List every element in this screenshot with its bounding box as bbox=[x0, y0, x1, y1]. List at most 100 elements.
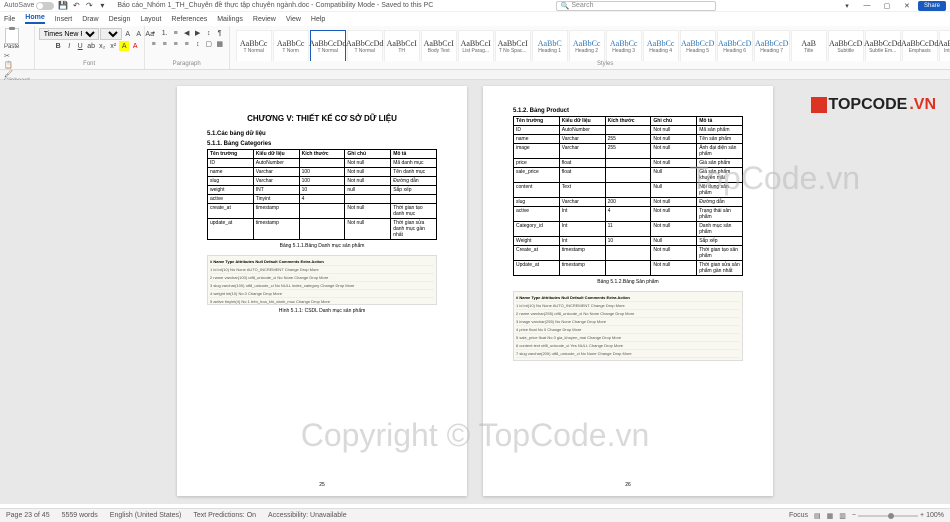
sort-icon[interactable]: ↕ bbox=[204, 28, 214, 38]
view-print-icon[interactable]: ▦ bbox=[827, 512, 834, 520]
tab-home[interactable]: Home bbox=[25, 14, 44, 24]
style-subtle-em...[interactable]: AaBbCcDdSubtle Em... bbox=[865, 30, 901, 61]
style-heading-6[interactable]: AaBbCcDHeading 6 bbox=[717, 30, 753, 61]
accessibility-status[interactable]: Accessibility: Unavailable bbox=[268, 512, 347, 519]
word-count[interactable]: 5559 words bbox=[62, 512, 98, 519]
ribbon-options-icon[interactable]: ▾ bbox=[838, 1, 856, 11]
paragraph-group-label: Paragraph bbox=[149, 61, 225, 67]
justify-icon[interactable]: ≡ bbox=[182, 39, 192, 49]
undo-icon[interactable]: ↶ bbox=[71, 1, 81, 11]
align-right-icon[interactable]: ≡ bbox=[171, 39, 181, 49]
highlight-button[interactable]: A bbox=[119, 41, 129, 51]
style-heading-4[interactable]: AaBbCcHeading 4 bbox=[643, 30, 679, 61]
focus-button[interactable]: Focus bbox=[789, 512, 808, 519]
bold-button[interactable]: B bbox=[53, 41, 63, 51]
cut-icon[interactable]: ✂ bbox=[4, 52, 13, 60]
style-t-normal[interactable]: AaBbCcDdT Normal bbox=[310, 30, 346, 61]
chapter-heading: CHƯƠNG V: THIẾT KẾ CƠ SỞ DỮ LIỆU bbox=[207, 114, 437, 123]
style-t-normal[interactable]: AaBbCcDdT Normal bbox=[347, 30, 383, 61]
style-body-text[interactable]: AaBbCcIBody Text bbox=[421, 30, 457, 61]
style-emphasis[interactable]: AaBbCcDdEmphasis bbox=[902, 30, 938, 61]
increase-indent-icon[interactable]: ▶ bbox=[193, 28, 203, 38]
language-indicator[interactable]: English (United States) bbox=[110, 512, 182, 519]
style-t-norm[interactable]: AaBbCcT Norm bbox=[273, 30, 309, 61]
shading-icon[interactable]: ▢ bbox=[204, 39, 214, 49]
subscript-button[interactable]: x₂ bbox=[97, 41, 107, 51]
multilevel-icon[interactable]: ≡ bbox=[171, 28, 181, 38]
font-name-select[interactable]: Times New Roman bbox=[39, 28, 99, 40]
autosave-toggle[interactable] bbox=[36, 2, 54, 10]
document-area[interactable]: CHƯƠNG V: THIẾT KẾ CƠ SỞ DỮ LIỆU 5.1.Các… bbox=[0, 80, 950, 504]
tab-help[interactable]: Help bbox=[311, 16, 325, 23]
style-heading-3[interactable]: AaBbCcHeading 3 bbox=[606, 30, 642, 61]
page-25: CHƯƠNG V: THIẾT KẾ CƠ SỞ DỮ LIỆU 5.1.Các… bbox=[177, 86, 467, 496]
paste-button[interactable]: Paste bbox=[4, 28, 19, 50]
font-size-select[interactable]: 13 bbox=[100, 28, 122, 40]
zoom-slider[interactable] bbox=[858, 515, 918, 517]
format-painter-icon[interactable]: 🖌 bbox=[4, 70, 13, 78]
share-button[interactable]: Share bbox=[918, 1, 946, 11]
borders-icon[interactable]: ▦ bbox=[215, 39, 225, 49]
tab-insert[interactable]: Insert bbox=[55, 16, 73, 23]
zoom-out-icon[interactable]: − bbox=[852, 512, 856, 519]
style-heading-7[interactable]: AaBbCcDHeading 7 bbox=[754, 30, 790, 61]
view-read-icon[interactable]: ▤ bbox=[814, 512, 821, 520]
db-screenshot-categories: # Name Type Attributes Null Default Comm… bbox=[207, 255, 437, 305]
ribbon-tabs: File Home Insert Draw Design Layout Refe… bbox=[0, 12, 950, 26]
show-marks-icon[interactable]: ¶ bbox=[215, 28, 225, 38]
autosave-label: AutoSave bbox=[4, 2, 34, 9]
align-left-icon[interactable]: ≡ bbox=[149, 39, 159, 49]
close-icon[interactable]: ✕ bbox=[898, 1, 916, 11]
style-intense-e...[interactable]: AaBbCcDdIntense E... bbox=[939, 30, 950, 61]
ruler[interactable] bbox=[0, 70, 950, 80]
tab-references[interactable]: References bbox=[171, 16, 207, 23]
style-title[interactable]: AaBTitle bbox=[791, 30, 827, 61]
underline-button[interactable]: U bbox=[75, 41, 85, 51]
tab-view[interactable]: View bbox=[286, 16, 301, 23]
save-icon[interactable]: 💾 bbox=[58, 1, 68, 11]
style-th[interactable]: AaBbCcITH bbox=[384, 30, 420, 61]
db-screenshot-product: # Name Type Attributes Null Default Comm… bbox=[513, 291, 743, 361]
document-title: Báo cáo_Nhóm 1_TH_Chuyên đề thực tập chu… bbox=[117, 2, 433, 9]
style-heading-5[interactable]: AaBbCcDHeading 5 bbox=[680, 30, 716, 61]
redo-icon[interactable]: ↷ bbox=[84, 1, 94, 11]
align-center-icon[interactable]: ≡ bbox=[160, 39, 170, 49]
tab-design[interactable]: Design bbox=[109, 16, 131, 23]
style-t-no-spac...[interactable]: AaBbCcIT No Spac... bbox=[495, 30, 531, 61]
minimize-icon[interactable]: — bbox=[858, 1, 876, 11]
line-spacing-icon[interactable]: ↕ bbox=[193, 39, 203, 49]
styles-gallery[interactable]: AaBbCcT NormalAaBbCcT NormAaBbCcDdT Norm… bbox=[234, 28, 950, 61]
bullets-icon[interactable]: • bbox=[149, 28, 159, 38]
numbering-icon[interactable]: 1. bbox=[160, 28, 170, 38]
tab-mailings[interactable]: Mailings bbox=[217, 16, 243, 23]
strike-button[interactable]: ab bbox=[86, 41, 96, 51]
search-input[interactable]: 🔍 Search bbox=[556, 1, 716, 11]
page-26: 5.1.2. Bảng Product Tên trườngKiểu dữ li… bbox=[483, 86, 773, 496]
categories-table: Tên trườngKiểu dữ liệuKích thướcGhi chúM… bbox=[207, 149, 437, 240]
tab-draw[interactable]: Draw bbox=[82, 16, 98, 23]
style-subtitle[interactable]: AaBbCcDSubtitle bbox=[828, 30, 864, 61]
search-icon: 🔍 bbox=[561, 2, 570, 10]
tab-review[interactable]: Review bbox=[253, 16, 276, 23]
view-web-icon[interactable]: ▥ bbox=[839, 512, 846, 520]
tab-file[interactable]: File bbox=[4, 16, 15, 23]
style-list-parag...[interactable]: AaBbCcIList Parag... bbox=[458, 30, 494, 61]
grow-font-icon[interactable]: A bbox=[123, 29, 133, 39]
maximize-icon[interactable]: ▢ bbox=[878, 1, 896, 11]
superscript-button[interactable]: x² bbox=[108, 41, 118, 51]
italic-button[interactable]: I bbox=[64, 41, 74, 51]
style-heading-1[interactable]: AaBbCHeading 1 bbox=[532, 30, 568, 61]
page-indicator[interactable]: Page 23 of 45 bbox=[6, 512, 50, 519]
font-color-button[interactable]: A bbox=[130, 41, 140, 51]
tab-layout[interactable]: Layout bbox=[140, 16, 161, 23]
copy-icon[interactable]: 📋 bbox=[4, 61, 13, 69]
text-predictions[interactable]: Text Predictions: On bbox=[193, 512, 256, 519]
zoom-level[interactable]: 100% bbox=[926, 512, 944, 519]
style-heading-2[interactable]: AaBbCcHeading 2 bbox=[569, 30, 605, 61]
style-t-normal[interactable]: AaBbCcT Normal bbox=[236, 30, 272, 61]
zoom-in-icon[interactable]: + bbox=[920, 512, 924, 519]
shrink-font-icon[interactable]: A bbox=[134, 29, 144, 39]
decrease-indent-icon[interactable]: ◀ bbox=[182, 28, 192, 38]
clipboard-icon bbox=[5, 28, 19, 44]
qat-dropdown-icon[interactable]: ▾ bbox=[97, 1, 107, 11]
